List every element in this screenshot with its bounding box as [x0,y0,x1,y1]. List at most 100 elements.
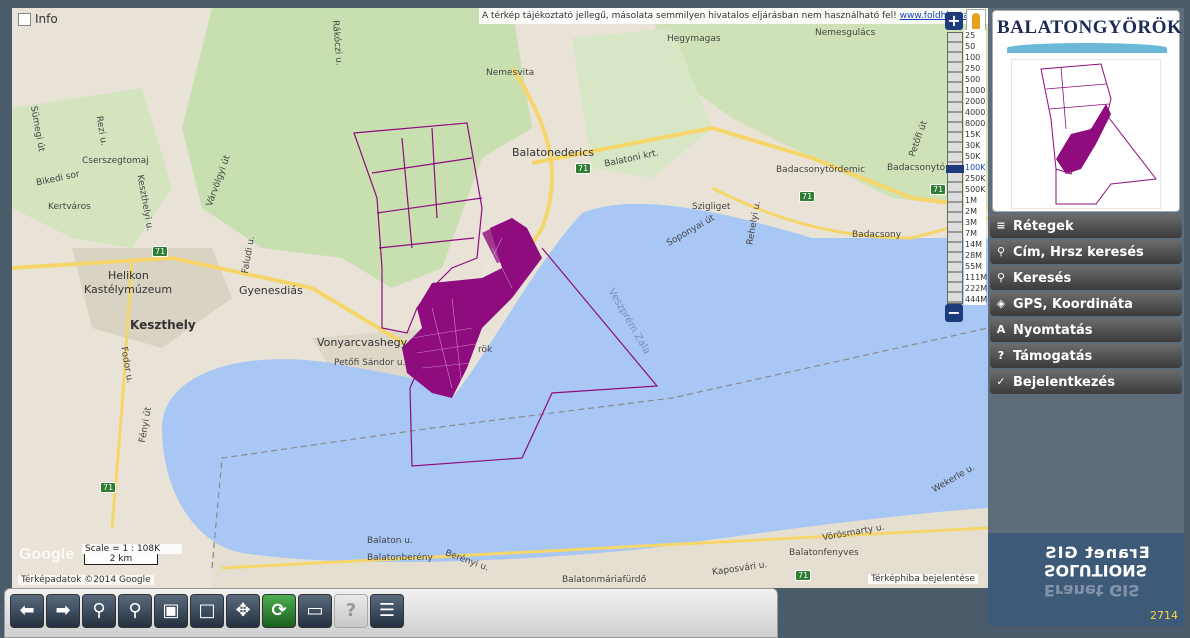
map-graphics [12,8,988,588]
report-map-error-link[interactable]: Térképhiba bejelentése [868,574,978,584]
zoom-scale-item[interactable]: 28M [964,250,986,261]
info-toggle[interactable]: Info [18,12,58,26]
place-label: Nemesgulács [815,28,876,38]
zoom-control: + − [945,12,965,322]
zoom-scale-item[interactable]: 7M [964,228,986,239]
magnifier-icon: ⚲ [996,271,1006,284]
menu-item-label: Keresés [1013,270,1072,286]
zoom-scale-item[interactable]: 100 [964,52,986,63]
zoom-box-button[interactable]: ▣ [154,594,188,628]
road-number-badge: 71 [930,184,947,195]
place-label: Cserszegtomaj [82,156,149,166]
zoom-scale-item[interactable]: 50K [964,151,986,162]
map-canvas[interactable]: Info A térkép tájékoztató jellegű, másol… [12,8,988,588]
zoom-scale-item[interactable]: 8000 [964,118,986,129]
menu-item[interactable]: ⚲ Cím, Hrsz keresés [990,240,1182,264]
brand-banner: Eranet GIS SOLUTIONS Eranet GIS 2714 [988,533,1184,626]
measure-button[interactable]: ▭ [298,594,332,628]
place-label: Vonyarcvashegy [317,336,408,349]
zoom-scale-item[interactable]: 100K [964,162,986,173]
menu-item[interactable]: A Nyomtatás [990,318,1182,342]
place-label: Badacsonytördemic [776,165,866,175]
help-icon: ? [997,349,1005,362]
municipality-logo: BALATONGYÖRÖK [992,10,1183,212]
menu-item[interactable]: ? Támogatás [990,344,1182,368]
zoom-scale-item[interactable]: 111M [964,272,987,283]
zoom-scale-item[interactable]: 500 [964,74,986,85]
zoom-scale-item[interactable]: 15K [964,129,986,140]
zoom-scale-item[interactable]: 50 [964,41,986,52]
side-panel: BALATONGYÖRÖK ≡ Rétegek ⚲ Cím, Hrsz keresés… [988,8,1184,626]
map-data-attribution[interactable]: Térképadatok ©2014 Google [18,575,154,585]
zoom-scale-item[interactable]: 3M [964,217,986,228]
back-arrow-button[interactable]: ⬅ [10,594,44,628]
zoom-slider-handle[interactable] [946,165,964,173]
place-label: Badacsony [852,230,902,240]
zoom-scale-item[interactable]: 222M [964,283,987,294]
info-checkbox[interactable] [18,12,31,26]
pan-button[interactable]: ✥ [226,594,260,628]
place-label: rök [478,345,493,355]
place-label: Kertváros [48,202,91,212]
scale-bar: 2 km [84,554,158,565]
scale-indicator: Scale = 1 : 108K 2 km [82,544,182,565]
layers-icon: ≡ [996,219,1006,232]
road-number-badge: 71 [799,191,816,202]
menu-item[interactable]: ≡ Rétegek [990,214,1182,238]
zoom-slider-track[interactable] [946,32,964,304]
google-logo: Google [19,546,75,563]
identify-button[interactable]: ? [334,594,368,628]
menu-item-label: GPS, Koordináta [1013,296,1133,312]
menu-item-label: Rétegek [1013,218,1074,234]
refresh-button[interactable]: ⟳ [262,594,296,628]
zoom-in-button[interactable]: + [945,12,963,30]
zoom-scale-item[interactable]: 2M [964,206,986,217]
zoom-scale-item[interactable]: 250 [964,63,986,74]
zoom-scale-item[interactable]: 2000 [964,96,986,107]
zoom-out-button[interactable]: − [945,304,963,322]
ruler-icon: ▭ [306,600,324,621]
place-label: Nemesvita [486,68,535,78]
place-label: Balatonberény [367,553,433,563]
brand-reflection: Eranet GIS [1044,581,1140,600]
brand-line1: Eranet GIS [1044,543,1150,562]
zoom-scale-item[interactable]: 14M [964,239,986,250]
menu-item[interactable]: ◈ GPS, Koordináta [990,292,1182,316]
full-extent-icon: □ [198,600,216,621]
forward-arrow-button[interactable]: ➡ [46,594,80,628]
disclaimer-text: A térkép tájékoztató jellegű, másolata s… [482,11,897,21]
zoom-scale-item[interactable]: 4000 [964,107,986,118]
road-number-badge: 71 [100,482,117,493]
zoom-scale-item[interactable]: 500K [964,184,986,195]
menu-item[interactable]: ⚲ Keresés [990,266,1182,290]
zoom-scale-item[interactable]: 30K [964,140,986,151]
zoom-out-icon: ⚲ [128,600,142,621]
scale-text: Scale = 1 : 108K [82,544,182,554]
question-icon: ? [345,600,357,621]
zoom-scale-list: 25 50 100 250 500 1000 2000 4000 8000 15K 30K 50K 10… [964,30,987,305]
info-label: Info [35,12,58,26]
zoom-out-tool-button[interactable]: ⚲ [118,594,152,628]
document-icon: ☰ [378,600,396,621]
report-button[interactable]: ☰ [370,594,404,628]
menu-item-label: Cím, Hrsz keresés [1013,244,1144,260]
zoom-scale-item[interactable]: 1000 [964,85,986,96]
menu-item-label: Nyomtatás [1013,322,1093,338]
zoom-scale-item[interactable]: 55M [964,261,986,272]
logo-title: BALATONGYÖRÖK [997,17,1183,38]
overview-map[interactable] [1011,59,1161,209]
zoom-scale-item[interactable]: 25 [964,30,986,41]
zoom-scale-item[interactable]: 250K [964,173,986,184]
zoom-in-tool-button[interactable]: ⚲ [82,594,116,628]
side-menu: ≡ Rétegek ⚲ Cím, Hrsz keresés ⚲ Keresés ◈ GPS, … [990,214,1182,396]
zoom-scale-item[interactable]: 444M [964,294,987,305]
place-label: Balatonederics [512,146,594,159]
forest-area [182,8,532,288]
arrow-right-icon: ➡ [55,600,71,621]
gps-icon: ◈ [996,297,1006,310]
full-extent-button[interactable]: □ [190,594,224,628]
menu-item[interactable]: ✓ Bejelentkezés [990,370,1182,394]
place-label: Badacsonytó [887,163,946,173]
zoom-scale-item[interactable]: 1M [964,195,986,206]
place-label: Kastélymúzeum [84,283,173,296]
